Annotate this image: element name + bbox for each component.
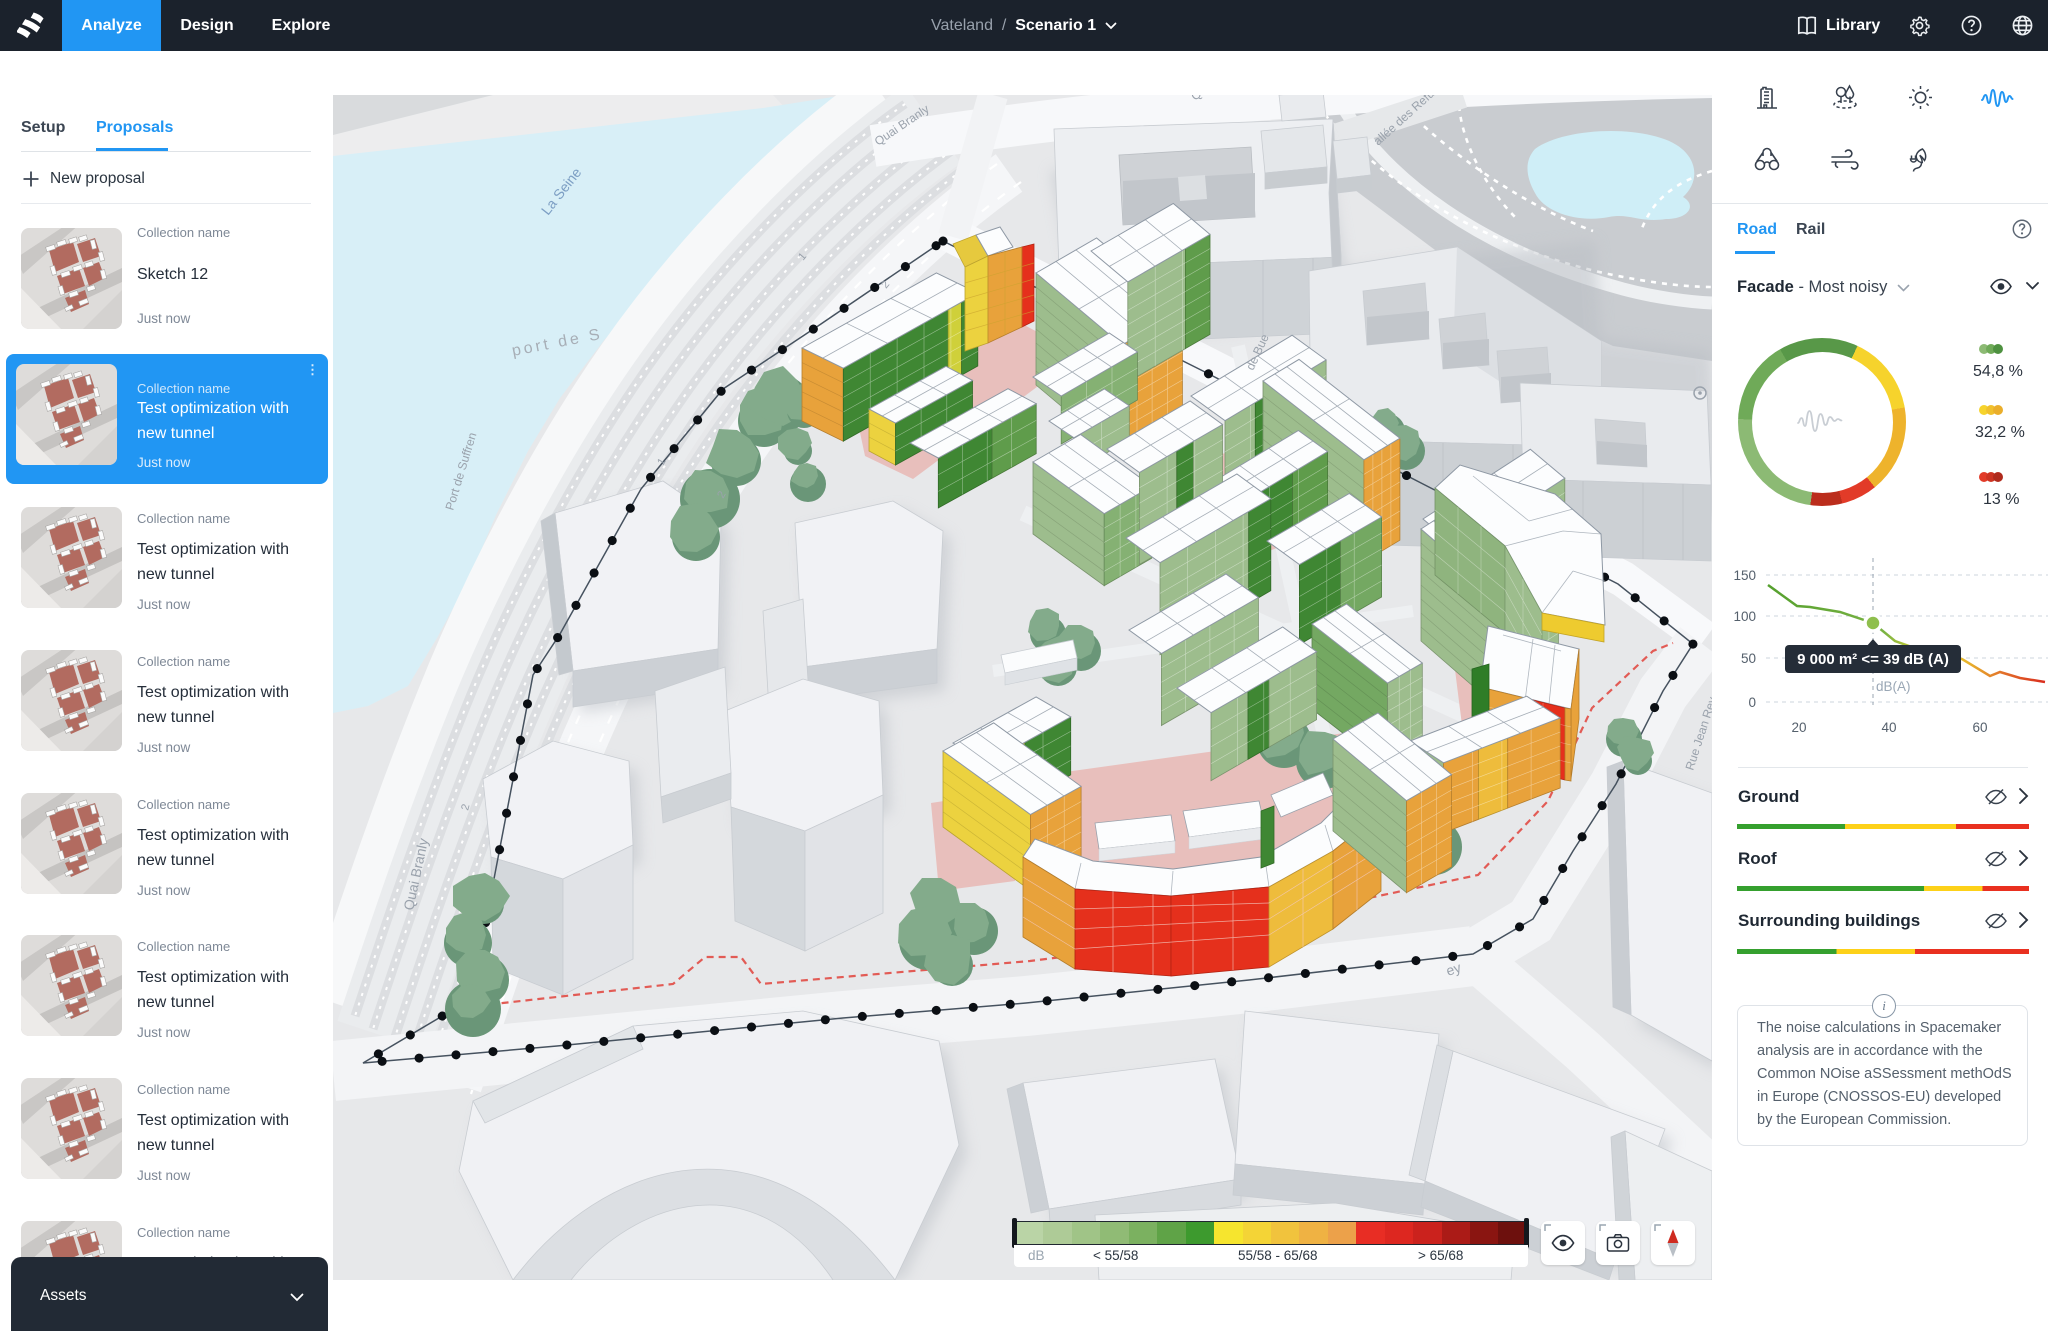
svg-text:dB(A): dB(A) — [1876, 679, 1911, 694]
svg-text:50: 50 — [1741, 651, 1756, 666]
svg-text:20: 20 — [1791, 720, 1806, 735]
svg-text:9 000 m² <= 39 dB (A): 9 000 m² <= 39 dB (A) — [1797, 651, 1949, 668]
svg-text:60: 60 — [1972, 720, 1987, 735]
svg-text:100: 100 — [1733, 609, 1756, 624]
svg-text:40: 40 — [1881, 720, 1896, 735]
svg-text:0: 0 — [1748, 695, 1756, 710]
svg-text:150: 150 — [1733, 568, 1756, 583]
